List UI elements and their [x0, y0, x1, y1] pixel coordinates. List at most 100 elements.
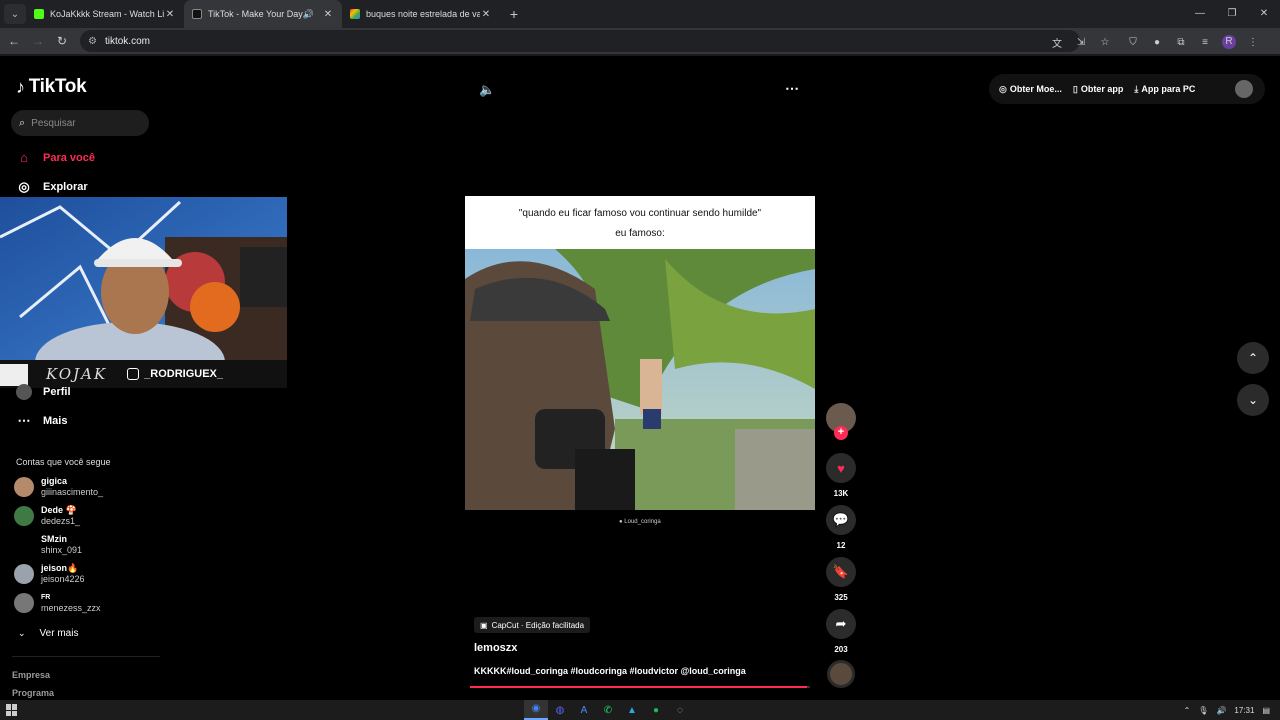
heart-icon: ♥	[826, 453, 856, 483]
shield-extension-icon[interactable]: ⛉	[1126, 37, 1140, 48]
search-input[interactable]: ⌕ Pesquisar	[11, 110, 149, 136]
watermark-text: Loud_coringa	[624, 519, 661, 525]
close-tab-icon[interactable]: ✕	[164, 9, 176, 20]
close-tab-icon[interactable]: ✕	[480, 9, 492, 20]
avatar	[14, 506, 34, 526]
translate-icon[interactable]: 文	[1050, 35, 1064, 50]
bookmark-star-icon[interactable]: ☆	[1098, 37, 1112, 48]
user-avatar[interactable]	[1235, 80, 1253, 98]
volume-icon[interactable]: 🔈	[479, 82, 495, 98]
capcut-badge[interactable]: ▣ CapCut · Edição facilitada	[474, 617, 591, 633]
tab-kojak-stream[interactable]: KoJaKkkk Stream - Watch Live o ✕	[26, 0, 184, 28]
following-account[interactable]: Dede 🍄 dedezs1_	[14, 505, 80, 527]
url-bar[interactable]: ⚙ tiktok.com	[80, 30, 1080, 52]
tray-expand-icon[interactable]: ⌃	[1184, 706, 1191, 715]
footer-link-company[interactable]: Empresa	[12, 670, 50, 680]
avatar	[14, 477, 34, 497]
browser-menu-icon[interactable]: ⋮	[1246, 37, 1260, 48]
circle-extension-icon[interactable]: ●	[1150, 37, 1164, 48]
logo-text: TikTok	[28, 76, 87, 97]
new-tab-button[interactable]: +	[504, 6, 524, 22]
chevron-down-icon: ⌄	[1247, 393, 1259, 407]
window-controls: — ❐ ✕	[1184, 0, 1280, 28]
taskbar-apps: ◉ ◍ A ✆ ▲ ● ◌	[524, 700, 692, 720]
puzzle-extensions-icon[interactable]: ⧉	[1174, 37, 1188, 48]
nav-explore[interactable]: ◎ Explorar	[16, 179, 87, 195]
speaker-icon[interactable]: 🔊	[1216, 706, 1226, 715]
following-account[interactable]: SMzin shinx_091	[14, 534, 82, 556]
instagram-handle: _RODRIGUEX_	[127, 368, 223, 380]
discord-icon[interactable]: ◍	[548, 705, 572, 716]
music-disc-avatar[interactable]	[827, 660, 855, 688]
video-watermark: ● Loud_coringa	[619, 519, 661, 525]
profile-avatar[interactable]: R	[1222, 35, 1236, 49]
clock[interactable]: 17:31	[1234, 706, 1254, 715]
chevron-down-icon: ⌄	[18, 628, 26, 638]
whatsapp-icon[interactable]: ✆	[596, 705, 620, 716]
pc-app-button[interactable]: ⤓ App para PC	[1134, 84, 1195, 95]
footer-link-program[interactable]: Programa	[12, 688, 54, 698]
forward-icon[interactable]: →	[26, 34, 50, 48]
profile-avatar-icon	[16, 384, 32, 400]
share-action[interactable]: ➦ 203	[826, 609, 856, 654]
chrome-icon[interactable]: ◉	[524, 700, 548, 720]
save-action[interactable]: 🔖 325	[826, 557, 856, 602]
more-options-icon[interactable]: ⋯	[785, 80, 800, 97]
follow-plus-icon[interactable]: +	[834, 426, 848, 440]
instagram-text: _RODRIGUEX_	[144, 368, 224, 380]
get-app-button[interactable]: ▯ Obter app	[1073, 84, 1123, 95]
tab-search-button[interactable]: ⌄	[4, 4, 26, 24]
stream-logo: KOJAK	[46, 365, 108, 383]
close-tab-icon[interactable]: ✕	[322, 9, 334, 20]
tab-buques[interactable]: buques noite estrelada de van ✕	[342, 0, 500, 28]
nav-profile[interactable]: Perfil	[16, 384, 71, 400]
app-arrow-icon[interactable]: ▲	[620, 705, 644, 716]
following-account[interactable]: jeison🔥 jeison4226	[14, 563, 85, 585]
video-player[interactable]: "quando eu ficar famoso vou continuar se…	[465, 196, 815, 510]
account-name: jeison🔥	[41, 563, 79, 573]
windows-start-icon[interactable]	[6, 704, 18, 716]
following-account[interactable]: FR menezess_zzx	[14, 592, 101, 614]
minimize-icon[interactable]: —	[1184, 0, 1216, 28]
sidebar-divider	[12, 656, 160, 657]
like-action[interactable]: ♥ 13K	[826, 453, 856, 498]
see-more-button[interactable]: ⌄ Ver mais	[18, 628, 78, 639]
next-video-button[interactable]: ⌄	[1237, 384, 1269, 416]
tiktok-logo[interactable]: ♪ TikTok	[16, 76, 87, 98]
tiktok-page: ♪ TikTok ⌕ Pesquisar ⌂ Para você ◎ Explo…	[0, 58, 1280, 700]
spotify-icon[interactable]: ●	[644, 705, 668, 716]
notifications-icon[interactable]: ▤	[1262, 706, 1270, 715]
media-control-icon[interactable]: ≡	[1198, 37, 1212, 48]
nav-label: Mais	[43, 415, 68, 427]
save-count: 325	[834, 593, 848, 602]
reload-icon[interactable]: ↻	[50, 34, 74, 48]
install-app-icon[interactable]: ⇲	[1074, 37, 1088, 48]
video-progress-bar[interactable]	[470, 686, 810, 688]
nav-more[interactable]: ⋯ Mais	[16, 413, 68, 429]
tab-title: buques noite estrelada de van	[366, 9, 480, 19]
app-circle-icon[interactable]: ◌	[668, 705, 692, 716]
back-icon[interactable]: ←	[2, 34, 26, 48]
app-a-icon[interactable]: A	[572, 705, 596, 716]
video-author[interactable]: lemoszx	[474, 642, 517, 654]
site-info-icon[interactable]: ⚙	[88, 36, 97, 47]
following-section-title: Contas que você segue	[16, 457, 111, 467]
tab-tiktok[interactable]: TikTok - Make Your Day 🔊 ✕	[184, 0, 342, 28]
comment-action[interactable]: 💬 12	[826, 505, 856, 550]
get-coins-button[interactable]: ◎ Obter Moe...	[999, 84, 1062, 95]
tab-title: TikTok - Make Your Day	[208, 9, 303, 19]
get-coins-label: Obter Moe...	[1009, 84, 1062, 94]
nav-label: Para você	[43, 152, 95, 164]
tab-audio-icon[interactable]: 🔊	[303, 9, 314, 20]
account-name: SMzin	[41, 534, 67, 544]
more-dots-icon: ⋯	[17, 413, 31, 428]
following-account[interactable]: gigica giiinascimento_	[14, 476, 103, 498]
microphone-icon[interactable]: 🎙	[1198, 706, 1208, 715]
kick-favicon-icon	[34, 9, 44, 19]
account-name: Dede 🍄	[41, 505, 77, 515]
account-handle: menezess_zzx	[41, 603, 101, 613]
close-window-icon[interactable]: ✕	[1248, 0, 1280, 28]
nav-for-you[interactable]: ⌂ Para você	[16, 150, 95, 166]
previous-video-button[interactable]: ⌃	[1237, 342, 1269, 374]
restore-icon[interactable]: ❐	[1216, 0, 1248, 28]
